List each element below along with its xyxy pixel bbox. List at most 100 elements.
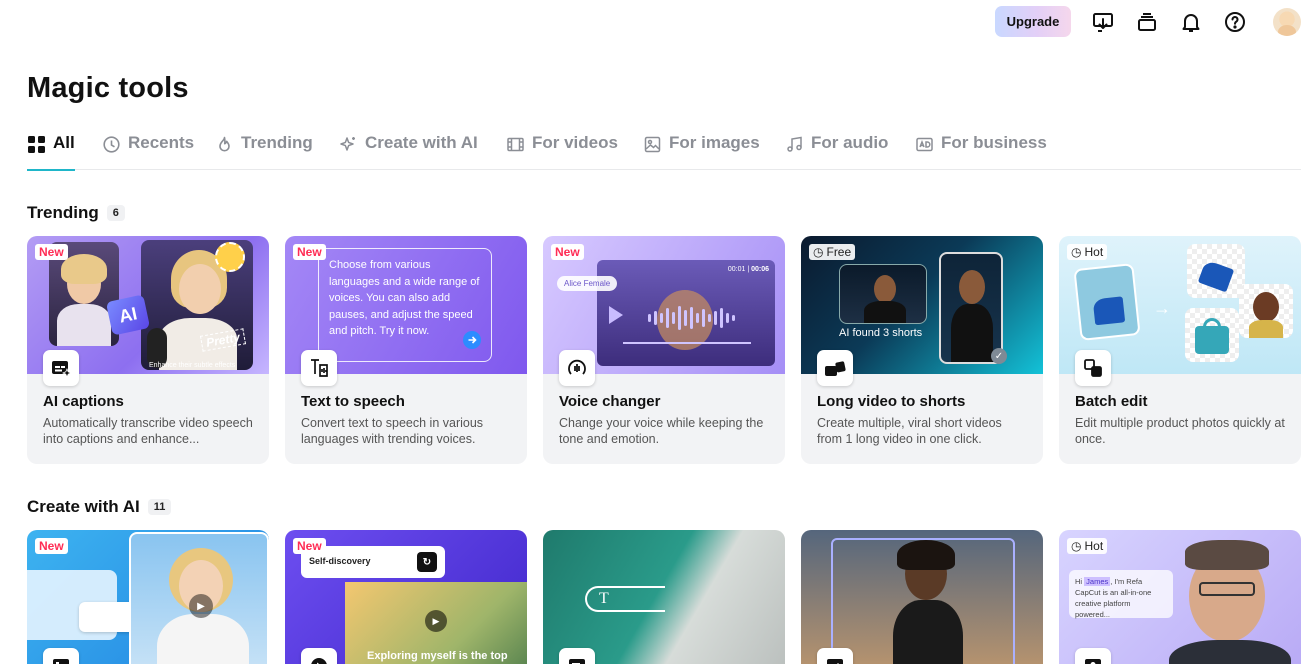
play-icon: ▶ [189, 594, 213, 618]
card-thumbnail [801, 530, 1043, 664]
section-count: 11 [147, 499, 172, 515]
tab-all[interactable]: All [27, 133, 75, 171]
tab-label: For audio [811, 133, 889, 152]
clock-icon [102, 135, 120, 153]
product-bag [1185, 308, 1239, 362]
tool-card-ai-1[interactable]: New ▶ [27, 530, 269, 664]
speech-text-box: Choose from various languages and a wide… [318, 248, 492, 362]
voice-name: Alice Female [564, 279, 611, 288]
overlay-caption: Exploring myself is the top [367, 650, 508, 662]
text-box-overlay: T [585, 586, 665, 612]
generate-icon: ↻ [417, 552, 437, 572]
tool-card-text-to-speech[interactable]: New Choose from various languages and a … [285, 236, 527, 464]
new-badge: New [35, 244, 68, 260]
music-icon [785, 135, 803, 153]
clock-icon: ◷ [813, 245, 824, 259]
tab-for-audio[interactable]: For audio [785, 133, 888, 170]
person-photo: ▶ [129, 532, 269, 664]
card-description: Edit multiple product photos quickly at … [1075, 416, 1285, 446]
film-icon [43, 648, 79, 664]
prompt-text: Self-discovery [309, 556, 371, 566]
video-frame-short [939, 252, 1003, 364]
card-description: Convert text to speech in various langua… [301, 416, 484, 446]
tab-label: For business [941, 133, 1047, 152]
new-badge: New [551, 244, 584, 260]
badge-label: Hot [1084, 245, 1104, 259]
text-edit-icon [559, 648, 595, 664]
card-title: Text to speech [301, 393, 405, 410]
speech-sample-text: Choose from various languages and a wide… [329, 259, 480, 337]
card-description: Automatically transcribe video speech in… [43, 416, 253, 446]
clock-icon: ◷ [1071, 539, 1082, 553]
tab-create-with-ai[interactable]: Create with AI [339, 133, 478, 170]
card-thumbnail: New ▶ [27, 530, 269, 664]
card-title: Batch edit [1075, 393, 1148, 410]
section-count: 6 [106, 205, 125, 221]
tool-card-batch-edit[interactable]: ◷ Hot → Batch edit Edit multiple product … [1059, 236, 1301, 464]
tool-card-ai-2[interactable]: New Self-discovery ↻ ▶ Exploring myself … [285, 530, 527, 664]
clock-icon: ◷ [1071, 245, 1082, 259]
edit-icon [817, 648, 853, 664]
tool-card-ai-captions[interactable]: New AI Pretty Enhance their subtle effec… [27, 236, 269, 464]
grid-icon [27, 135, 45, 153]
tool-card-ai-4[interactable] [801, 530, 1043, 664]
tab-for-images[interactable]: For images [643, 133, 760, 170]
script-text: Hi [1075, 577, 1085, 586]
arrow-right-icon [463, 331, 481, 349]
voice-icon [559, 350, 595, 386]
product-shoe [1187, 244, 1245, 298]
person-cutout [1239, 284, 1293, 338]
script-text: , I'm Refa [1110, 577, 1143, 586]
tab-label: Trending [241, 133, 313, 152]
tab-label: Recents [128, 133, 195, 152]
tab-recents[interactable]: Recents [102, 133, 194, 170]
sparkle-icon [339, 135, 357, 153]
bell-icon[interactable] [1179, 10, 1203, 34]
stack-icon[interactable] [1135, 10, 1159, 34]
new-badge: New [35, 538, 68, 554]
check-icon: ✓ [991, 348, 1007, 364]
script-name-highlight: James [1084, 577, 1111, 586]
free-badge: ◷ Free [809, 244, 856, 260]
help-icon[interactable] [1223, 10, 1247, 34]
emoji-sticker [215, 242, 245, 272]
scene-photo: ▶ Exploring myself is the top [345, 582, 527, 664]
card-title: Long video to shorts [817, 393, 966, 410]
tool-card-voice-changer[interactable]: New 00:01 | 00:06 Alice Female Voice cha… [543, 236, 785, 464]
arrow-right-icon: → [1153, 298, 1171, 318]
time-current: 00:01 [727, 266, 746, 273]
shorts-icon [817, 350, 853, 386]
download-screen-icon[interactable] [1091, 10, 1115, 34]
ai-found-caption: AI found 3 shorts [839, 327, 923, 339]
tab-label: All [53, 133, 75, 152]
ad-icon [915, 135, 933, 153]
section-header-trending: Trending 6 [27, 203, 125, 223]
card-title: AI captions [43, 393, 124, 410]
card-description: Change your voice while keeping the tone… [559, 416, 764, 446]
play-circle-icon [301, 648, 337, 664]
tab-for-videos[interactable]: For videos [506, 133, 618, 170]
time-total: 00:06 [751, 266, 769, 273]
script-text: CapCut is an all-in-one [1075, 588, 1152, 597]
tool-card-ai-5[interactable]: ◷ Hot Hi James, I'm Refa CapCut is an all… [1059, 530, 1301, 664]
image-icon [643, 135, 661, 153]
hot-badge: ◷ Hot [1067, 244, 1108, 260]
voice-chip: Alice Female [557, 276, 618, 291]
card-description: Create multiple, viral short videos from… [817, 416, 1002, 446]
upgrade-button[interactable]: Upgrade [995, 6, 1071, 37]
badge-label: Hot [1084, 539, 1104, 553]
tab-trending[interactable]: Trending [215, 133, 313, 170]
section-title: Create with AI [27, 497, 140, 516]
tab-for-business[interactable]: For business [915, 133, 1047, 170]
text-speech-icon [301, 350, 337, 386]
badge-label: Free [826, 245, 852, 259]
tab-label: Create with AI [365, 133, 478, 152]
film-icon [506, 135, 524, 153]
tool-card-ai-3[interactable]: T [543, 530, 785, 664]
play-icon: ▶ [425, 610, 447, 632]
card-title: Voice changer [559, 393, 661, 410]
product-photo-stack [1073, 263, 1141, 341]
tool-card-long-video-to-shorts[interactable]: ◷ Free AI found 3 shorts ✓ Long video to … [801, 236, 1043, 464]
video-frame-long [839, 264, 927, 324]
avatar[interactable] [1273, 8, 1301, 36]
